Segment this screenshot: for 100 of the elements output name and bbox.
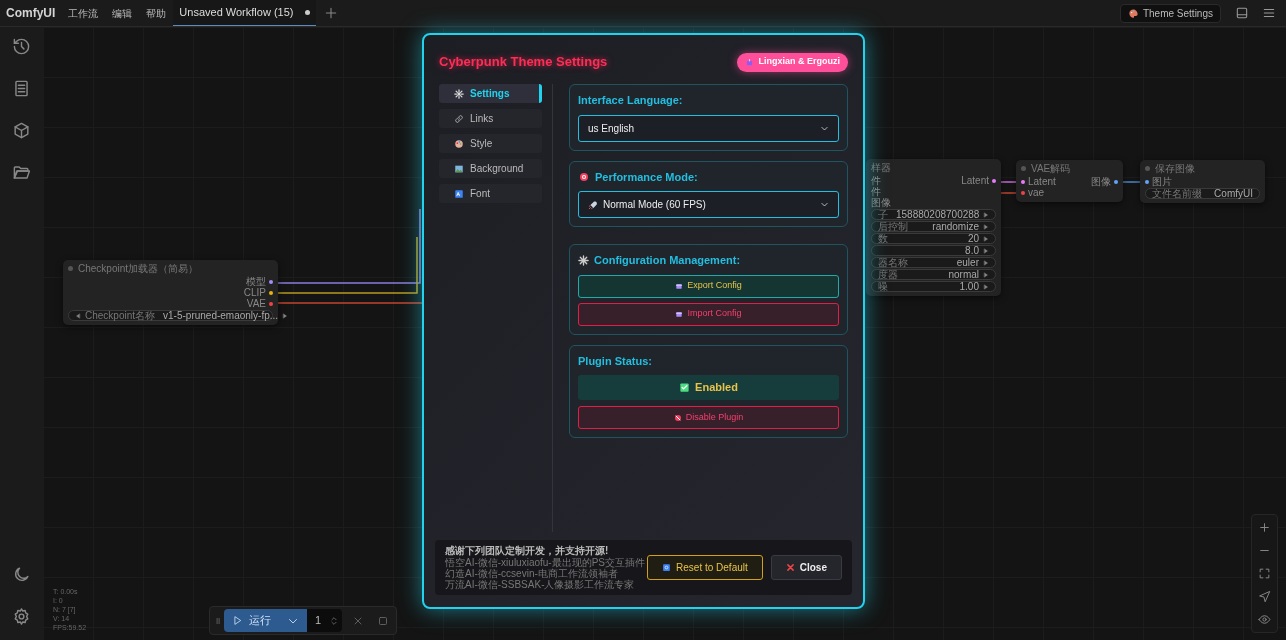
graph-node[interactable]: VAE解码 Latent 图像 vae	[1016, 160, 1123, 202]
widget-label: 度器	[878, 269, 898, 280]
widget-value: 1.00	[959, 281, 979, 292]
credits-heading: 感谢下列团队定制开发，并支持开源!	[445, 545, 610, 557]
widget-value: euler	[956, 257, 979, 268]
nav-tab[interactable]: Settings	[439, 84, 542, 103]
package-icon	[675, 282, 684, 290]
port-label: 图片	[1152, 176, 1172, 187]
port-label: Latent	[1028, 176, 1056, 187]
port-label: 模型	[246, 276, 266, 287]
landscape-icon	[454, 163, 464, 174]
menu-icon[interactable]	[1262, 6, 1276, 20]
section-label: Plugin Status:	[578, 353, 652, 369]
fit-view-icon[interactable]	[1258, 567, 1271, 580]
node-widget[interactable]: 噪 1.00	[871, 281, 996, 292]
right-arrow-icon	[282, 312, 289, 319]
widget-label: 子	[878, 209, 888, 220]
close-button[interactable]: Close	[770, 555, 842, 580]
font-icon	[454, 188, 464, 199]
menu-item[interactable]: 帮助	[139, 5, 174, 21]
graph-node[interactable]: 样器 件 Latent 件 图像 子 158880208700288 后控制 randomize 数 20 8.0 器名称 euler 度器 normal 噪 1.00	[866, 159, 1001, 296]
reset-button[interactable]: Reset to Default	[647, 555, 763, 580]
menu-item[interactable]: 编辑	[105, 5, 140, 21]
credits-line: 万流AI-微信-SSBSAK-人像摄影工作流专家	[445, 579, 636, 590]
zoom-in-icon[interactable]	[1258, 521, 1271, 534]
eye-icon[interactable]	[1258, 613, 1271, 626]
stop-icon[interactable]	[377, 614, 390, 627]
section-label: Interface Language:	[578, 93, 683, 108]
settings-icon[interactable]	[12, 607, 31, 626]
menu-item[interactable]: 工作流	[61, 5, 106, 21]
button-label: Theme Settings	[1142, 6, 1213, 21]
nav-tab[interactable]: Links	[439, 109, 542, 128]
theme-settings-button[interactable]: Theme Settings	[1119, 3, 1221, 23]
palette-icon	[454, 138, 464, 149]
chevron-down-icon	[820, 200, 829, 209]
widget-value: randomize	[932, 221, 979, 232]
import-config-button[interactable]: Import Config	[578, 302, 839, 326]
widget-value: 20	[967, 233, 979, 244]
credits-line: 悟空AI-微信-xiuluxiaofu-最出现的PS交互插件	[445, 557, 646, 568]
disable-plugin-button[interactable]: Disable Plugin	[578, 406, 839, 429]
port-label: vae	[1028, 187, 1045, 198]
link-icon	[454, 113, 464, 124]
node-title: 样器	[871, 160, 891, 175]
widget-value: ComfyUI	[1214, 188, 1253, 199]
nav-tab[interactable]: Background	[439, 159, 542, 178]
widget-label: 器名称	[878, 257, 908, 268]
port-label: VAE	[246, 298, 266, 309]
cube-icon[interactable]	[12, 121, 31, 140]
port-label: 件	[871, 186, 881, 197]
widget-value: 8.0	[965, 245, 979, 256]
node-title: VAE解码	[1031, 161, 1071, 176]
author-badge: Lingxian & Ergouzi	[737, 52, 848, 72]
node-widget[interactable]: 文件名前缀 ComfyUI	[1145, 188, 1260, 199]
palette-icon	[1127, 7, 1139, 19]
port-label: 图像	[871, 197, 891, 208]
refresh-icon	[662, 563, 672, 572]
left-arrow-icon	[75, 312, 81, 319]
batch-count-field[interactable]: 1	[307, 609, 343, 632]
prohibited-icon	[673, 413, 682, 422]
node-widget[interactable]: 后控制 randomize	[871, 221, 996, 232]
nav-tab[interactable]: Style	[439, 134, 542, 153]
node-widget[interactable]: 8.0	[871, 245, 996, 256]
node-widget[interactable]: 度器 normal	[871, 269, 996, 280]
dropdown-field[interactable]: us English	[578, 114, 839, 142]
widget-label: 后控制	[878, 221, 908, 232]
node-title: 保存图像	[1155, 161, 1195, 176]
panel-icon[interactable]	[1235, 6, 1249, 20]
checkbox-icon	[679, 382, 691, 393]
app-title: ComfyUI	[5, 5, 57, 22]
plugin-status: Enabled	[578, 375, 839, 400]
section-label: Performance Mode:	[595, 169, 698, 185]
navigate-icon[interactable]	[1258, 590, 1271, 603]
robot-icon	[745, 57, 755, 67]
workflow-tab[interactable]: Unsaved Workflow (15)	[173, 0, 317, 26]
credits-line: 幻造AI-微信-ccsevin-电商工作流领袖者	[445, 568, 618, 579]
section-label: Configuration Management:	[594, 253, 741, 268]
graph-node[interactable]: 保存图像 图片 文件名前缀 ComfyUI	[1140, 160, 1265, 203]
widget-label: 文件名前缀	[1152, 188, 1202, 199]
moon-icon[interactable]	[12, 565, 31, 584]
node-widget[interactable]: 子 158880208700288	[871, 209, 996, 220]
widget-label: Checkpoint名称	[85, 310, 156, 321]
port-label: 件	[871, 175, 881, 186]
folder-icon[interactable]	[12, 163, 31, 182]
widget-label: 数	[878, 233, 888, 244]
export-config-button[interactable]: Export Config	[578, 274, 839, 298]
widget-value: normal	[948, 269, 979, 280]
target-icon	[578, 170, 590, 183]
node-widget[interactable]: 器名称 euler	[871, 257, 996, 268]
package-icon	[675, 310, 684, 318]
widget-value: 158880208700288	[896, 209, 980, 220]
rocket-icon	[588, 199, 598, 210]
run-button[interactable]: 运行	[224, 609, 279, 632]
nav-tab[interactable]: Font	[439, 184, 542, 203]
node-widget[interactable]: 数 20	[871, 233, 996, 244]
play-icon	[232, 615, 243, 626]
dropdown-field[interactable]: Normal Mode (60 FPS)	[578, 191, 839, 218]
document-icon[interactable]	[12, 79, 31, 98]
node-title: Checkpoint加载器（简易）	[78, 261, 199, 276]
port-label: CLIP	[243, 287, 266, 298]
history-icon[interactable]	[12, 37, 31, 56]
